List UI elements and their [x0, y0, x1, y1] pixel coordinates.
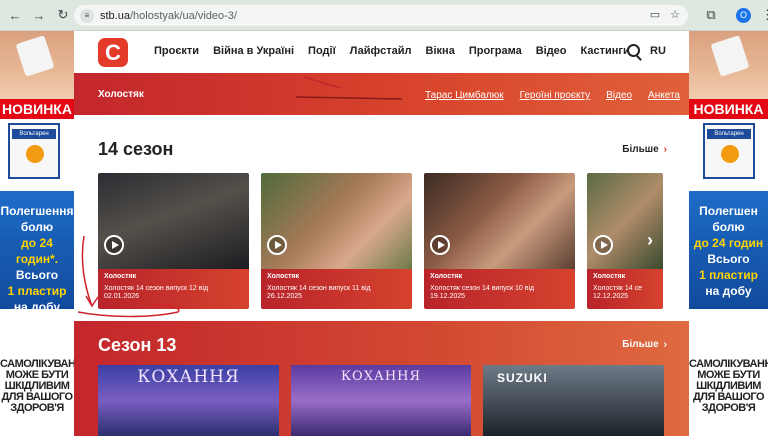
ad-warning: САМОЛІКУВАННЯ МОЖЕ БУТИ ШКІДЛИВИМ ДЛЯ ВА… [0, 359, 74, 436]
play-icon[interactable] [267, 235, 287, 255]
more-link[interactable]: Більше › [622, 144, 667, 155]
thumbnail-title: КОХАННЯ [341, 369, 421, 384]
main-nav: Проєкти Війна в Україні Події Лайфстайл … [154, 45, 630, 57]
install-app-icon[interactable]: ▭ [650, 8, 660, 21]
profile-avatar[interactable]: O [736, 7, 751, 23]
play-icon[interactable] [593, 235, 613, 255]
reload-icon[interactable]: ↻ [54, 6, 72, 24]
video-card[interactable]: КОХАННЯ [98, 365, 279, 436]
carousel-next-icon[interactable]: › [640, 230, 660, 250]
subnav-form[interactable]: Анкета [648, 90, 680, 101]
stb-logo[interactable]: С [98, 38, 128, 67]
thumbnail-title: КОХАННЯ [137, 367, 240, 387]
video-thumbnail [261, 173, 412, 269]
ad-right[interactable]: НОВИНКА Вольтарен Полегшен болю до 24 го… [689, 31, 768, 436]
ad-badge: НОВИНКА [689, 99, 768, 119]
thumbnail-title: SUZUKI [497, 371, 548, 385]
ad-product-box: Вольтарен [703, 123, 755, 179]
section-title: Сезон 13 [98, 335, 177, 355]
video-card[interactable]: SUZUKI [483, 365, 664, 436]
ad-left[interactable]: НОВИНКА Вольтарен Полегшення болю до 24 … [0, 31, 74, 436]
video-thumbnail [424, 173, 575, 269]
video-thumbnail [587, 173, 663, 269]
ad-fine-print [0, 309, 74, 359]
nav-program[interactable]: Програма [469, 45, 522, 57]
back-icon[interactable]: ← [6, 6, 24, 24]
play-icon[interactable] [104, 235, 124, 255]
subnav-heroines[interactable]: Героїні проєкту [520, 90, 591, 101]
show-title[interactable]: Холостяк [98, 89, 144, 100]
section-title: 14 сезон [98, 139, 174, 159]
ad-claim: Полегшення болю до 24 годин*. Всього 1 п… [0, 191, 74, 314]
nav-lifestyle[interactable]: Лайфстайл [350, 45, 412, 57]
more-link[interactable]: Більше › [622, 339, 667, 350]
subnav-host[interactable]: Тарас Цимбалюк [425, 90, 504, 101]
chevron-right-icon: › [663, 339, 667, 350]
ad-photo [689, 31, 768, 99]
browser-toolbar: ← → ↻ ≡ stb.ua/holostyak/ua/video-3/ ▭ ☆… [0, 0, 768, 31]
extensions-icon[interactable]: ⧉ [702, 6, 720, 24]
ad-photo [0, 31, 74, 99]
nav-video[interactable]: Відео [536, 45, 567, 57]
video-card[interactable]: КОХАННЯ [291, 365, 471, 436]
ad-claim: Полегшен болю до 24 годин Всього 1 пласт… [689, 191, 768, 309]
ad-product-box: Вольтарен [8, 123, 60, 179]
ad-fine-print [689, 309, 768, 359]
ad-warning: САМОЛІКУВАННЯ МОЖЕ БУТИ ШКІДЛИВИМ ДЛЯ ВА… [689, 359, 768, 436]
play-icon[interactable] [430, 235, 450, 255]
season-13-section: Сезон 13 Більше › КОХАННЯ КОХАННЯ SUZUKI [74, 321, 689, 436]
search-icon[interactable] [627, 44, 640, 57]
nav-vikna[interactable]: Вікна [426, 45, 455, 57]
url-text: stb.ua/holostyak/ua/video-3/ [100, 9, 237, 22]
address-bar[interactable]: ≡ stb.ua/holostyak/ua/video-3/ ▭ ☆ [74, 5, 688, 26]
nav-castings[interactable]: Кастинги [581, 45, 630, 57]
season-14-section: 14 сезон Більше › Холостяк Холостяк 14 се… [74, 115, 689, 321]
chevron-right-icon: › [663, 144, 667, 155]
nav-events[interactable]: Події [308, 45, 336, 57]
video-thumbnail [98, 173, 249, 269]
bookmark-star-icon[interactable]: ☆ [670, 8, 680, 21]
site-header: С Проєкти Війна в Україні Події Лайфстай… [74, 31, 689, 73]
video-card[interactable]: Холостяк Холостяк сезон 14 випуск 10 від… [424, 173, 575, 309]
site-info-icon[interactable]: ≡ [80, 8, 94, 23]
forward-icon[interactable]: → [30, 6, 48, 24]
nav-war[interactable]: Війна в Україні [213, 45, 294, 57]
site-content: С Проєкти Війна в Україні Події Лайфстай… [74, 31, 689, 436]
subnav-video[interactable]: Відео [606, 90, 632, 101]
ad-badge: НОВИНКА [0, 99, 74, 119]
video-card[interactable]: Холостяк Холостяк 14 сезон випуск 12 від… [98, 173, 249, 309]
browser-menu-icon[interactable]: ⋮ [761, 7, 768, 23]
video-card[interactable]: Холостяк Холостяк 14 сезон випуск 11 від… [261, 173, 412, 309]
nav-projects[interactable]: Проєкти [154, 45, 199, 57]
show-subnav: Холостяк Тарас Цимбалюк Героїні проєкту … [74, 73, 689, 115]
language-switch[interactable]: RU [650, 45, 666, 57]
